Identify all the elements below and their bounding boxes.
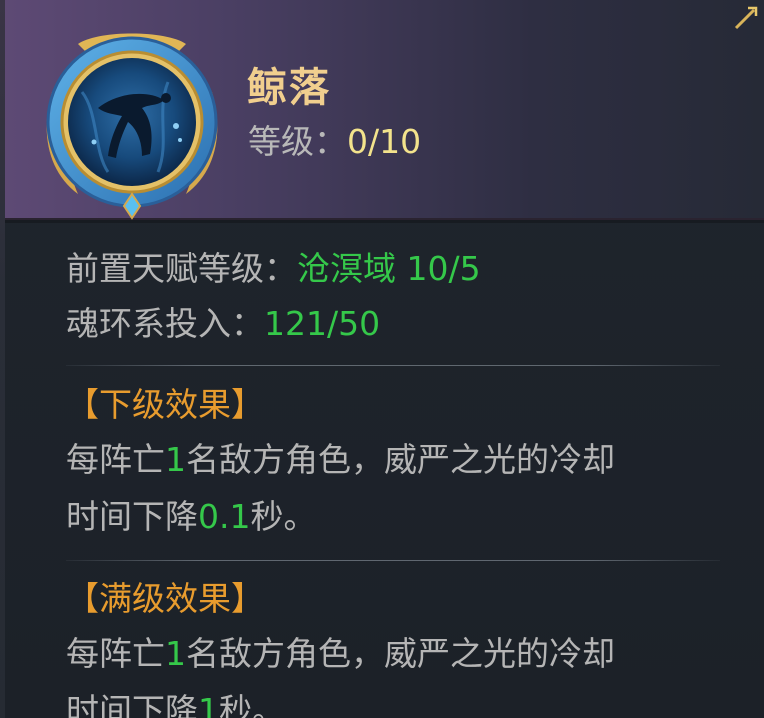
max-effect-line1: 每阵亡1名敌方角色，威严之光的冷却 <box>66 631 615 677</box>
invest-value: 121/50 <box>264 304 381 343</box>
prereq-value: 10/5 <box>406 249 481 288</box>
text-segment: 时间下降 <box>66 497 198 536</box>
invest-line: 魂环系投入：121/50 <box>66 301 380 347</box>
count-value: 1 <box>165 634 186 673</box>
corner-ornament-icon <box>734 6 758 30</box>
prereq-label: 前置天赋等级： <box>66 249 297 288</box>
header-separator <box>5 220 764 223</box>
text-segment: 每阵亡 <box>66 634 165 673</box>
divider <box>66 365 720 366</box>
text-segment: 秒。 <box>219 691 285 718</box>
level-value: 0/10 <box>347 122 422 161</box>
level-label: 等级： <box>248 122 347 161</box>
diving-figure-emblem-icon <box>46 33 218 220</box>
divider <box>66 560 720 561</box>
low-effect-line2: 时间下降0.1秒。 <box>66 494 316 540</box>
prereq-name: 沧溟域 <box>297 249 396 288</box>
count-value: 1 <box>165 440 186 479</box>
low-effect-line1: 每阵亡1名敌方角色，威严之光的冷却 <box>66 437 615 483</box>
text-segment: 秒。 <box>250 497 317 536</box>
low-effect-heading: 【下级效果】 <box>66 385 264 424</box>
text-segment: 名敌方角色，威严之光的冷却 <box>186 634 615 673</box>
invest-label: 魂环系投入： <box>66 304 264 343</box>
max-effect-line2: 时间下降1秒。 <box>66 688 285 718</box>
skill-name: 鲸落 <box>247 65 331 111</box>
prereq-line: 前置天赋等级：沧溟域 10/5 <box>66 246 481 292</box>
max-effect-heading: 【满级效果】 <box>66 579 264 618</box>
seconds-value: 0.1 <box>198 497 251 536</box>
text-segment: 名敌方角色，威严之光的冷却 <box>186 440 615 479</box>
text-segment: 每阵亡 <box>66 440 165 479</box>
skill-tooltip-panel: 鲸落 等级：0/10 前置天赋等级：沧溟域 10/5 魂环系投入：121/50 … <box>0 0 764 718</box>
left-border <box>0 0 5 718</box>
seconds-value: 1 <box>198 691 219 718</box>
text-segment: 时间下降 <box>66 691 198 718</box>
skill-level: 等级：0/10 <box>248 120 421 164</box>
